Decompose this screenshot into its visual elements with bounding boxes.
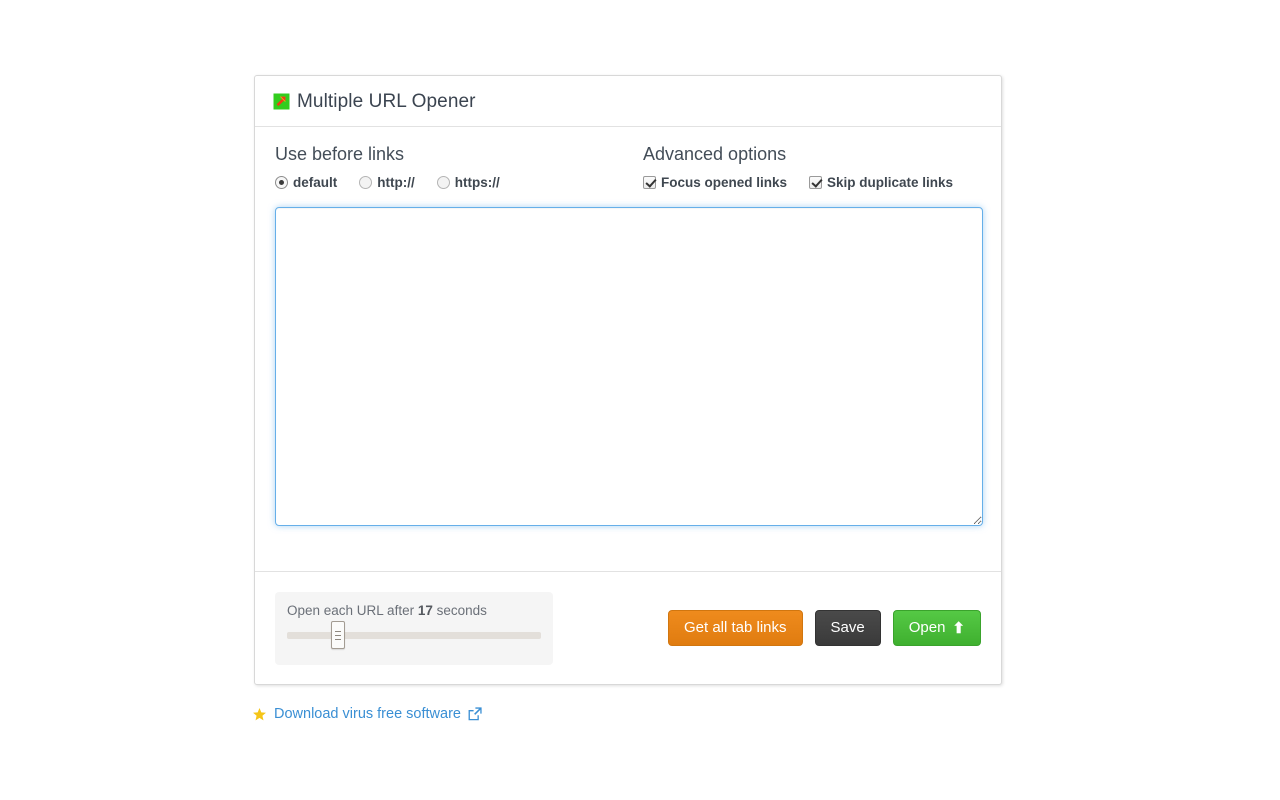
radio-https-icon[interactable]	[436, 175, 450, 189]
advanced-options-group: Advanced options Focus opened links Skip…	[643, 144, 981, 190]
save-label: Save	[830, 619, 865, 636]
radio-http-label: http://	[377, 174, 415, 190]
url-input[interactable]	[275, 206, 983, 526]
checkbox-skip-duplicate-links-label: Skip duplicate links	[827, 174, 954, 190]
handle-grip-line	[335, 638, 342, 640]
delay-slider-track[interactable]	[287, 620, 541, 649]
url-input-wrapper	[275, 206, 983, 526]
get-all-tab-links-button[interactable]: Get all tab links	[667, 610, 803, 646]
delay-label-prefix: Open each URL after	[287, 602, 415, 618]
page-title: Multiple URL Opener	[297, 90, 476, 112]
open-label: Open	[908, 619, 946, 636]
checkbox-focus-opened-links-label: Focus opened links	[661, 174, 788, 190]
open-button[interactable]: Open ⬆	[892, 610, 981, 646]
use-before-links-heading: Use before links	[275, 144, 405, 164]
radio-http-icon[interactable]	[359, 175, 373, 189]
advanced-options-heading: Advanced options	[643, 144, 787, 164]
radio-default-icon[interactable]	[275, 175, 288, 189]
card-footer: Open each URL after 17 seconds Get all t…	[255, 571, 1001, 684]
get-all-tab-links-label: Get all tab links	[683, 619, 787, 636]
delay-slider-panel: Open each URL after 17 seconds	[275, 591, 553, 665]
radio-option-default[interactable]: default	[275, 175, 337, 190]
url-opener-card: Multiple URL Opener Use before links def…	[254, 75, 1002, 685]
radio-option-https[interactable]: https://	[436, 174, 500, 190]
footer-actions: Get all tab links Save Open ⬆	[667, 610, 981, 646]
external-link-icon	[468, 707, 482, 721]
advanced-checkbox-row: Focus opened links Skip duplicate links	[643, 175, 981, 190]
save-button[interactable]: Save	[814, 610, 881, 646]
radio-option-http[interactable]: http://	[359, 174, 415, 190]
delay-value: 17	[417, 602, 433, 618]
star-icon	[252, 707, 267, 722]
radio-default-label: default	[293, 174, 338, 190]
arrow-up-icon: ⬆	[952, 619, 965, 637]
radio-https-label: https://	[454, 174, 500, 190]
checkbox-option-focus-opened-links[interactable]: Focus opened links	[643, 175, 787, 190]
protocol-radio-row: default http:// https://	[275, 175, 643, 190]
external-link-arrow-icon	[273, 93, 290, 110]
checkbox-skip-duplicate-links-icon[interactable]	[809, 175, 823, 189]
card-body: Use before links default http:// https:/…	[255, 127, 1001, 526]
delay-label-suffix: seconds	[436, 602, 487, 618]
use-before-links-group: Use before links default http:// https:/…	[275, 144, 643, 190]
page-root: Multiple URL Opener Use before links def…	[0, 0, 1280, 800]
delay-slider-label: Open each URL after 17 seconds	[287, 603, 541, 618]
download-link-label: Download virus free software	[274, 706, 461, 722]
handle-grip-line	[335, 630, 342, 632]
checkbox-option-skip-duplicate-links[interactable]: Skip duplicate links	[809, 175, 953, 190]
delay-slider-handle[interactable]	[331, 620, 346, 649]
checkbox-focus-opened-links-icon[interactable]	[643, 175, 656, 189]
options-columns: Use before links default http:// https:/…	[275, 144, 981, 190]
card-header: Multiple URL Opener	[255, 76, 1001, 127]
download-virus-free-software-link[interactable]: Download virus free software	[252, 706, 482, 722]
handle-grip-line	[335, 634, 342, 636]
